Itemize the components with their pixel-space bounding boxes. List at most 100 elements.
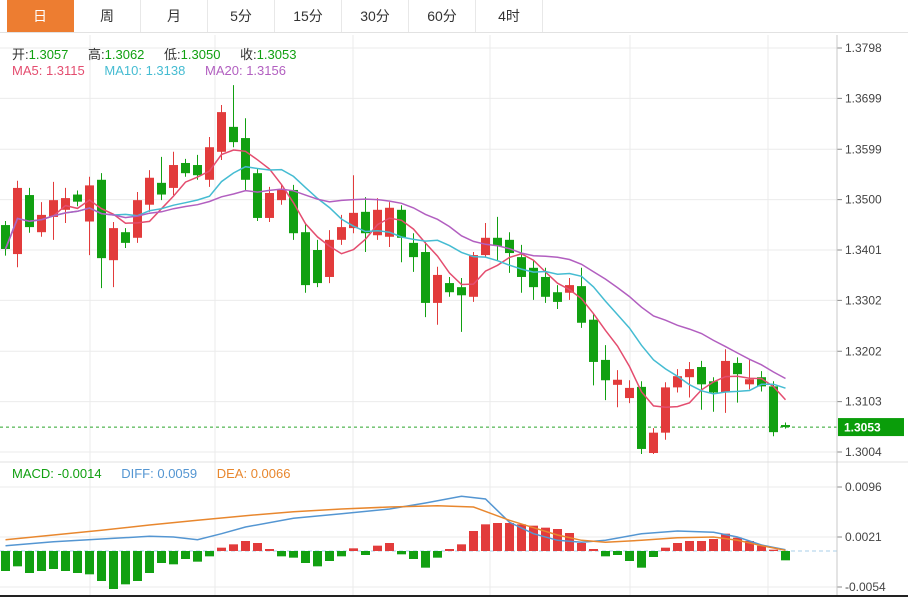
macd-bar — [781, 551, 790, 560]
macd-bar — [385, 543, 394, 551]
macd-bar — [433, 551, 442, 558]
candle-body — [73, 195, 82, 202]
candle-body — [85, 185, 94, 221]
low-value: 1.3050 — [181, 47, 221, 62]
close-label: 收: — [240, 47, 257, 62]
macd-bar — [109, 551, 118, 589]
macd-bar — [325, 551, 334, 561]
macd-bar — [481, 524, 490, 551]
price-axis-label: 1.3103 — [845, 395, 882, 409]
dea-line — [6, 506, 786, 551]
diff-label: DIFF: — [121, 466, 154, 481]
macd-bar — [121, 551, 130, 584]
macd-bar — [697, 541, 706, 551]
candle-body — [745, 379, 754, 384]
macd-bar — [409, 551, 418, 559]
macd-bar — [601, 551, 610, 556]
tab-day[interactable]: 日 — [7, 0, 74, 32]
candle-body — [277, 190, 286, 200]
macd-bar — [673, 543, 682, 551]
macd-readout: MACD: -0.0014 DIFF: 0.0059 DEA: 0.0066 — [12, 466, 290, 481]
candle-body — [253, 173, 262, 218]
macd-axis-label: 0.0021 — [845, 530, 882, 544]
macd-bar — [469, 531, 478, 551]
candle-body — [241, 138, 250, 180]
macd-bar — [61, 551, 70, 571]
tab-15min[interactable]: 15分 — [275, 0, 342, 32]
macd-bar — [49, 551, 58, 569]
macd-bar — [361, 551, 370, 555]
macd-bar — [13, 551, 22, 566]
last-price-badge-label: 1.3053 — [844, 421, 881, 435]
tab-30min[interactable]: 30分 — [342, 0, 409, 32]
candle-body — [685, 369, 694, 377]
candle-body — [613, 380, 622, 385]
open-label: 开: — [12, 47, 29, 62]
tab-60min[interactable]: 60分 — [409, 0, 476, 32]
candle-body — [265, 193, 274, 218]
ma5-label: MA5: — [12, 63, 42, 78]
candle-body — [577, 286, 586, 323]
candle-body — [337, 227, 346, 240]
macd-bar — [613, 551, 622, 555]
candle-body — [289, 190, 298, 233]
candle-body — [13, 188, 22, 254]
price-axis-label: 1.3500 — [845, 193, 882, 207]
macd-bar — [73, 551, 82, 573]
macd-bar — [457, 544, 466, 551]
high-label: 高: — [88, 47, 105, 62]
candle-body — [553, 292, 562, 302]
low-label: 低: — [164, 47, 181, 62]
candle-body — [205, 147, 214, 180]
macd-bar — [169, 551, 178, 564]
candle-body — [193, 165, 202, 175]
macd-bar — [229, 544, 238, 551]
candle-body — [709, 381, 718, 392]
candle-body — [541, 277, 550, 297]
macd-value: -0.0014 — [58, 466, 102, 481]
macd-bar — [265, 549, 274, 551]
ohlc-readout: 开:1.3057 高:1.3062 低:1.3050 收:1.3053 — [12, 44, 296, 63]
ma-readout: MA5: 1.3115 MA10: 1.3138 MA20: 1.3156 — [12, 63, 286, 78]
tab-5min[interactable]: 5分 — [208, 0, 275, 32]
macd-bar — [637, 551, 646, 568]
candle-body — [433, 275, 442, 303]
diff-value: 0.0059 — [157, 466, 197, 481]
price-chart-canvas[interactable]: 1.37981.36991.35991.35001.34011.33021.32… — [0, 0, 908, 600]
candle-body — [1, 225, 10, 249]
tab-4hour[interactable]: 4时 — [476, 0, 543, 32]
price-axis-label: 1.3699 — [845, 91, 882, 105]
macd-bar — [157, 551, 166, 563]
candle-body — [421, 252, 430, 303]
open-value: 1.3057 — [29, 47, 69, 62]
macd-bar — [25, 551, 34, 573]
macd-bar — [145, 551, 154, 573]
macd-bar — [97, 551, 106, 581]
macd-bar — [289, 551, 298, 558]
macd-bar — [625, 551, 634, 561]
candle-body — [169, 165, 178, 188]
ma20-line — [6, 189, 786, 378]
macd-bar — [301, 551, 310, 563]
macd-bar — [313, 551, 322, 566]
macd-bar — [193, 551, 202, 562]
candle-body — [733, 363, 742, 374]
candle-body — [601, 360, 610, 380]
candle-body — [25, 195, 34, 227]
macd-bar — [373, 546, 382, 551]
tab-month[interactable]: 月 — [141, 0, 208, 32]
candle-body — [109, 228, 118, 260]
macd-bar — [577, 543, 586, 551]
macd-bar — [337, 551, 346, 556]
macd-bar — [181, 551, 190, 559]
diff-line — [6, 496, 786, 549]
high-value: 1.3062 — [105, 47, 145, 62]
ma10-label: MA10: — [104, 63, 142, 78]
ma5-line — [6, 150, 786, 407]
tab-week[interactable]: 周 — [74, 0, 141, 32]
candle-body — [661, 387, 670, 432]
macd-bar — [349, 548, 358, 551]
macd-bar — [721, 534, 730, 551]
candle-body — [181, 163, 190, 173]
price-axis-label: 1.3798 — [845, 41, 882, 55]
